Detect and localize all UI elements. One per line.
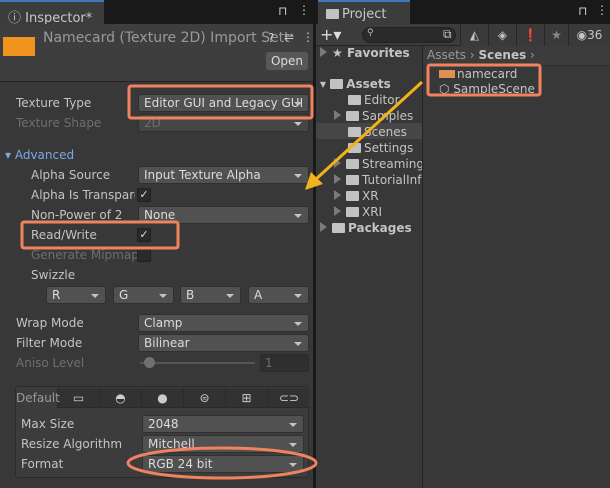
highlight-texture-type xyxy=(127,84,314,120)
annotation-overlay xyxy=(20,63,542,480)
arrow-line xyxy=(313,80,424,182)
highlight-namecard xyxy=(426,63,542,97)
highlight-read-write xyxy=(20,220,180,250)
highlight-format xyxy=(126,446,318,480)
